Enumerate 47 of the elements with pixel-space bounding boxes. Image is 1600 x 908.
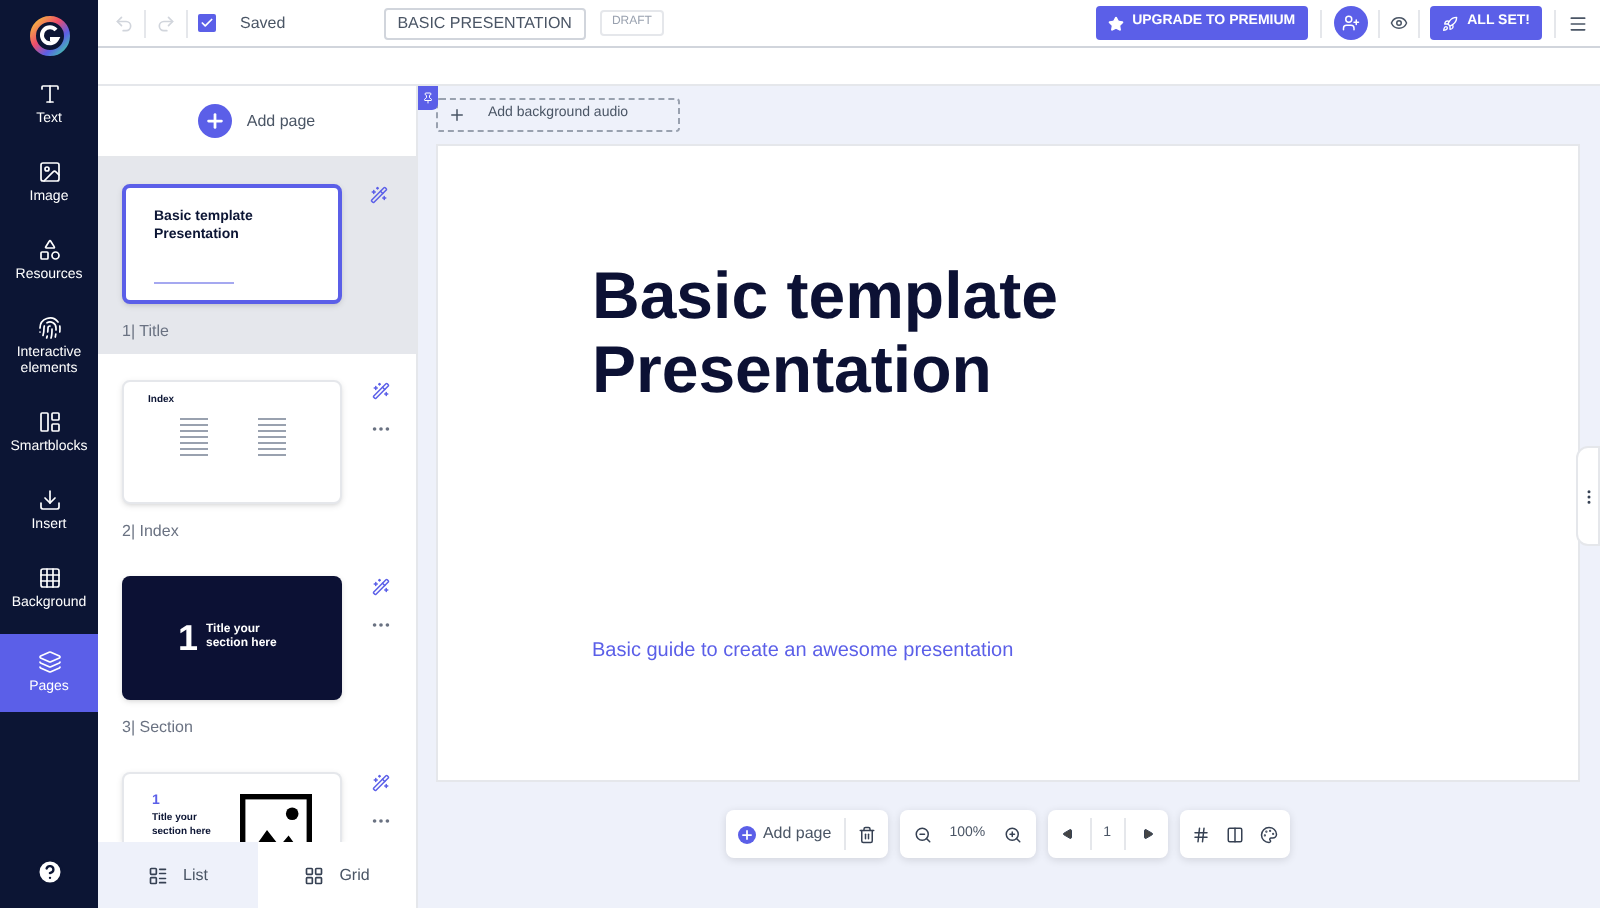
magic-wand-icon[interactable] [372,774,390,792]
add-user-button[interactable] [1333,6,1368,40]
list-view-icon [147,865,168,885]
magic-wand-icon[interactable] [372,382,390,400]
touch-icon [37,316,61,340]
add-user-icon [1341,14,1360,32]
side-handle[interactable] [1576,446,1600,546]
plus-icon [204,110,227,132]
star-icon [1108,15,1125,31]
saved-label: Saved [240,11,286,35]
view-tab[interactable]: List [98,842,257,908]
insert-icon [37,488,61,512]
text-icon [37,82,61,106]
help-icon[interactable] [35,858,63,886]
page-label: 3| Section [122,716,195,740]
split-view-icon[interactable] [1225,825,1244,843]
magic-wand-icon[interactable] [370,186,388,204]
image-icon [37,160,61,184]
app-logo-icon[interactable] [29,16,69,56]
grid-view-icon [303,865,324,885]
pages-icon [37,650,61,674]
menu-icon[interactable] [1568,13,1588,33]
saved-checkbox[interactable] [198,14,216,32]
next-page-icon[interactable] [1141,828,1154,840]
pin-tab[interactable] [418,86,438,110]
palette-icon[interactable] [1259,825,1278,843]
plus-icon [740,827,755,841]
zoom-in-icon[interactable] [1003,825,1022,843]
slide-subtitle: Basic guide to create an awesome presentation [592,638,1016,666]
plus-icon [448,106,466,124]
magic-wand-icon[interactable] [372,578,390,596]
layout-icon [37,410,61,434]
slide-title: Basic template Presentation [592,258,1060,406]
pattern-icon [37,566,61,590]
grid-icon[interactable] [1191,825,1210,843]
thumbnail-number: 1 [177,620,198,656]
page-label: 2| Index [122,520,181,544]
presentation-title-field[interactable]: BASIC PRESENTATION [383,7,586,39]
page-label: 1| Title [122,320,171,344]
shapes-icon [37,238,61,262]
rocket-icon [1441,15,1458,31]
preview-icon[interactable] [1389,14,1408,32]
pin-icon [422,92,434,104]
zoom-out-icon[interactable] [913,825,932,843]
previous-page-icon[interactable] [1061,828,1074,840]
delete-icon[interactable] [857,825,876,843]
add-page-button[interactable]: Add page [198,104,316,138]
